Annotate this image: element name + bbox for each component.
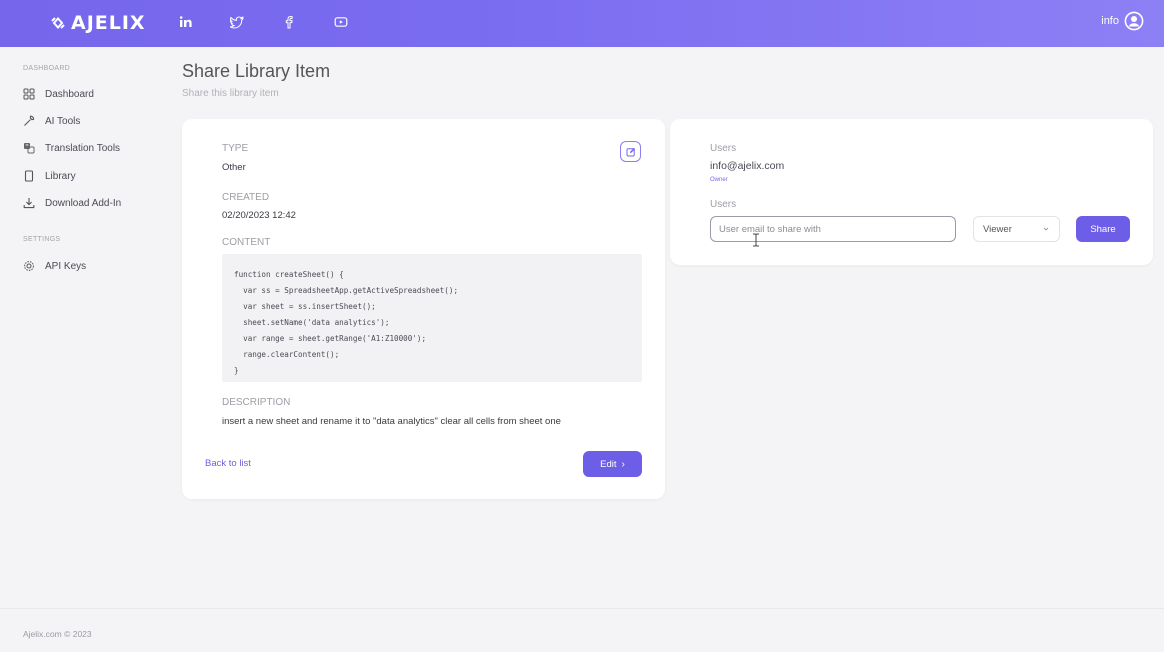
owner-email: info@ajelix.com	[710, 160, 785, 172]
share-button[interactable]: Share	[1076, 216, 1130, 242]
code-line: var range = sheet.getRange('A1:Z10000');	[234, 334, 427, 343]
share-card: Users info@ajelix.com Owner Users Viewer…	[670, 119, 1153, 265]
sidebar-item-api-keys[interactable]: API Keys	[23, 259, 86, 273]
type-value: Other	[222, 162, 246, 173]
wrench-icon	[24, 115, 35, 126]
edit-button-label: Edit	[600, 458, 617, 470]
top-header: AJELIX info	[0, 0, 1164, 47]
content-label: CONTENT	[222, 237, 271, 248]
facebook-icon[interactable]	[282, 15, 296, 29]
gear-icon	[24, 261, 34, 271]
sidebar-item-label: Library	[45, 170, 76, 182]
sidebar-section-settings: SETTINGS	[23, 236, 61, 243]
sidebar-item-label: API Keys	[45, 260, 87, 272]
back-to-list-link[interactable]: Back to list	[205, 458, 251, 469]
text-cursor-icon	[753, 233, 759, 247]
role-select[interactable]: Viewer	[973, 216, 1060, 242]
edit-item-button[interactable]	[620, 141, 641, 162]
chevron-right-icon: ›	[621, 458, 625, 470]
role-select-value: Viewer	[983, 223, 1012, 235]
youtube-icon[interactable]	[334, 15, 348, 29]
type-label: TYPE	[222, 143, 249, 154]
code-line: }	[234, 366, 239, 375]
user-menu[interactable]: info	[1101, 11, 1144, 31]
sidebar-item-label: Translation Tools	[45, 142, 121, 154]
user-name: info	[1101, 15, 1119, 27]
sidebar-item-ai-tools[interactable]: AI Tools	[23, 114, 80, 128]
chevron-down-icon	[1043, 227, 1049, 231]
footer-copyright: Ajelix.com © 2023	[23, 629, 92, 639]
page-subtitle: Share this library item	[182, 88, 279, 99]
code-line: range.clearContent();	[234, 350, 340, 359]
sidebar-item-library[interactable]: Library	[23, 169, 76, 183]
users-label-2: Users	[710, 199, 737, 210]
twitter-icon[interactable]	[230, 15, 244, 29]
share-email-input[interactable]	[710, 216, 956, 242]
logo-mark-icon	[51, 16, 65, 30]
sidebar-item-download-add-in[interactable]: Download Add-In	[23, 196, 121, 210]
sidebar-item-dashboard[interactable]: Dashboard	[23, 87, 94, 101]
created-value: 02/20/2023 12:42	[222, 210, 296, 221]
code-line: function createSheet() {	[234, 270, 344, 279]
user-avatar-icon	[1124, 11, 1144, 31]
linkedin-icon[interactable]	[179, 15, 193, 29]
sidebar-item-label: AI Tools	[45, 115, 81, 127]
description-label: DESCRIPTION	[222, 397, 291, 408]
logo[interactable]: AJELIX	[50, 12, 146, 34]
download-icon	[23, 198, 35, 209]
sidebar-item-translation-tools[interactable]: Translation Tools	[23, 141, 120, 155]
sidebar-item-label: Dashboard	[45, 88, 94, 100]
edit-icon	[626, 147, 635, 156]
code-line: var sheet = ss.insertSheet();	[234, 302, 376, 311]
logo-text: AJELIX	[71, 12, 146, 34]
created-label: CREATED	[222, 192, 270, 203]
code-line: var ss = SpreadsheetApp.getActiveSpreads…	[234, 286, 459, 295]
code-block: function createSheet() { var ss = Spread…	[222, 254, 642, 382]
sidebar-section-dashboard: DASHBOARD	[23, 65, 71, 72]
description-value: insert a new sheet and rename it to "dat…	[222, 416, 561, 427]
users-label: Users	[710, 143, 737, 154]
translate-icon	[24, 143, 35, 154]
owner-role-badge: Owner	[710, 177, 728, 183]
page-title: Share Library Item	[182, 61, 331, 81]
footer: Ajelix.com © 2023	[0, 608, 1164, 652]
sidebar-item-label: Download Add-In	[45, 197, 122, 209]
library-item-card: TYPE Other CREATED 02/20/2023 12:42 CONT…	[182, 119, 665, 499]
code-line: sheet.setName('data analytics');	[234, 318, 390, 327]
bookmark-icon	[24, 170, 34, 182]
grid-icon	[23, 88, 35, 100]
edit-button[interactable]: Edit ›	[583, 451, 642, 477]
